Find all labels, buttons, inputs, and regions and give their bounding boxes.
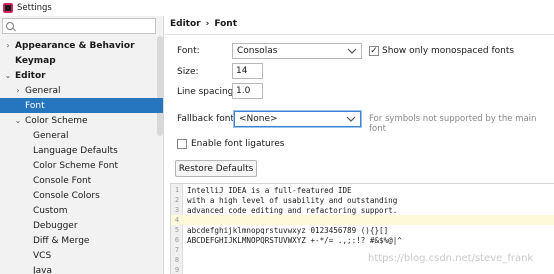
sidebar-item-custom[interactable]: Custom <box>33 203 67 218</box>
line-spacing-input-value: 1.0 <box>236 86 251 96</box>
preview-line: 1 IntelliJ IDEA is a full-featured IDE <box>171 185 554 195</box>
sidebar-item-label: Console Colors <box>33 190 100 201</box>
line-text: IntelliJ IDEA is a full-featured IDE <box>187 185 352 195</box>
expand-arrow-icon[interactable]: › <box>14 86 22 95</box>
sidebar-item-label: Font <box>25 100 45 111</box>
sidebar-item-language-defaults[interactable]: Language Defaults <box>33 143 118 158</box>
line-number: 6 <box>174 236 180 244</box>
font-dropdown[interactable]: Consolas <box>232 43 362 59</box>
fallback-font-value: <None> <box>239 114 278 124</box>
size-input[interactable]: 14 <box>232 63 263 79</box>
sidebar-item-color-scheme-general[interactable]: General <box>33 128 68 143</box>
chevron-down-icon <box>347 48 357 54</box>
preview-line: 5 abcdefghijklmnopqrstuvwxyz 0123456789 … <box>171 225 554 235</box>
sidebar-item-console-font[interactable]: Console Font <box>33 173 91 188</box>
settings-search-input[interactable] <box>18 21 148 31</box>
sidebar-item-editor[interactable]: ⌄ Editor <box>4 68 46 83</box>
sidebar-item-label: Keymap <box>15 55 56 66</box>
ligatures-label: Enable font ligatures <box>191 139 285 149</box>
sidebar-item-console-colors[interactable]: Console Colors <box>33 188 100 203</box>
preview-line: 9 <box>171 265 554 274</box>
sidebar-item-label: Custom <box>33 205 68 216</box>
line-text: advanced code editing and refactoring su… <box>187 205 398 215</box>
line-text: ABCDEFGHIJKLMNOPQRSTUVWXYZ +-*/= .,;:!? … <box>187 235 402 245</box>
breadcrumb-current: Font <box>214 19 238 29</box>
sidebar-item-label: General <box>33 130 69 141</box>
fallback-font-dropdown[interactable]: <None> <box>234 111 361 127</box>
sidebar-item-java[interactable]: Java <box>33 263 52 274</box>
sidebar-item-label: Console Font <box>33 175 92 186</box>
monospaced-checkbox[interactable] <box>369 46 379 56</box>
sidebar-item-label: Diff & Merge <box>33 235 90 246</box>
line-number: 5 <box>174 226 180 234</box>
monospaced-label: Show only monospaced fonts <box>382 46 515 56</box>
sidebar-item-vcs[interactable]: VCS <box>33 248 51 263</box>
line-spacing-input[interactable]: 1.0 <box>232 83 263 99</box>
breadcrumb-separator: › <box>205 19 210 29</box>
sidebar-item-label: Editor <box>15 70 46 81</box>
intellij-app-icon <box>3 3 13 13</box>
restore-defaults-label: Restore Defaults <box>178 163 254 174</box>
sidebar-item-label: General <box>25 85 61 96</box>
line-number: 4 <box>174 216 180 224</box>
watermark: https://blog.csdn.net/steve_frank <box>368 253 534 264</box>
search-icon <box>6 22 14 30</box>
size-input-value: 14 <box>236 66 248 76</box>
line-number: 8 <box>174 256 180 264</box>
preview-line: 6 ABCDEFGHIJKLMNOPQRSTUVWXYZ +-*/= .,;:!… <box>171 235 554 245</box>
chevron-down-icon <box>346 116 356 122</box>
line-text: with a high level of usability and outst… <box>187 195 398 205</box>
collapse-arrow-icon[interactable]: ⌄ <box>4 71 12 80</box>
line-text: abcdefghijklmnopqrstuvwxyz 0123456789 ()… <box>187 225 389 235</box>
sidebar-item-diff-merge[interactable]: Diff & Merge <box>33 233 89 248</box>
sidebar-item-color-scheme-font[interactable]: Color Scheme Font <box>33 158 118 173</box>
settings-sidebar: › Appearance & Behavior Keymap ⌄ Editor … <box>0 16 164 274</box>
fallback-font-hint: For symbols not supported by the main fo… <box>369 114 537 134</box>
preview-line: 2 with a high level of usability and out… <box>171 195 554 205</box>
sidebar-item-label: Appearance & Behavior <box>15 40 135 51</box>
restore-defaults-button[interactable]: Restore Defaults <box>175 160 257 177</box>
line-number: 3 <box>174 206 180 214</box>
font-dropdown-value: Consolas <box>237 46 278 56</box>
breadcrumb-parent[interactable]: Editor <box>170 19 201 29</box>
line-number: 9 <box>174 266 180 274</box>
fallback-font-label: Fallback font: <box>177 114 238 124</box>
sidebar-scrollbar[interactable] <box>157 36 163 136</box>
preview-line-current: 4 <box>171 215 554 225</box>
expand-arrow-icon[interactable]: › <box>4 41 12 50</box>
sidebar-item-label: Color Scheme <box>25 115 88 126</box>
ligatures-checkbox[interactable] <box>177 139 187 149</box>
line-spacing-label: Line spacing: <box>177 87 237 97</box>
sidebar-item-label: VCS <box>33 250 52 261</box>
settings-search-box[interactable] <box>2 18 156 34</box>
line-number: 7 <box>174 246 180 254</box>
breadcrumb: Editor › Font <box>170 19 237 29</box>
font-label: Font: <box>177 46 200 56</box>
sidebar-item-label: Debugger <box>33 220 78 231</box>
title-bar: Settings <box>0 0 554 16</box>
collapse-arrow-icon[interactable]: ⌄ <box>14 116 22 125</box>
sidebar-item-editor-general[interactable]: › General <box>14 83 60 98</box>
line-number: 1 <box>174 186 180 194</box>
sidebar-item-label: Java <box>33 265 53 274</box>
sidebar-item-debugger[interactable]: Debugger <box>33 218 78 233</box>
sidebar-item-label: Color Scheme Font <box>33 160 119 171</box>
line-number: 2 <box>174 196 180 204</box>
sidebar-item-label: Language Defaults <box>33 145 118 156</box>
sidebar-item-font[interactable]: Font <box>0 98 163 113</box>
window-title: Settings <box>17 3 52 13</box>
header-divider <box>165 34 554 35</box>
sidebar-item-color-scheme[interactable]: ⌄ Color Scheme <box>14 113 88 128</box>
sidebar-item-keymap[interactable]: Keymap <box>4 53 56 68</box>
preview-line: 3 advanced code editing and refactoring … <box>171 205 554 215</box>
size-label: Size: <box>177 67 199 77</box>
sidebar-item-appearance-behavior[interactable]: › Appearance & Behavior <box>4 38 135 53</box>
